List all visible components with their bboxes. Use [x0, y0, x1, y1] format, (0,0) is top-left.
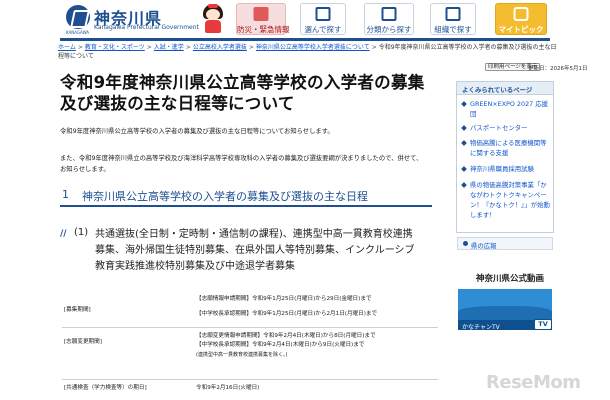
site-header: 神奈川県 Kanagawa Prefectural Government KAN…	[0, 0, 610, 38]
my-topic-button[interactable]: マイトピック	[495, 3, 547, 35]
logo-subtitle: Kanagawa Prefectural Government	[94, 24, 199, 31]
pr-icon	[463, 241, 468, 246]
subsection-title: 共通選抜(全日制・定時制・通信制の課程)、連携型中高一貫教育校連携募集、海外帰国…	[95, 229, 415, 272]
prefecture-pr-link[interactable]: 県の広報	[457, 237, 553, 250]
org-search-label: 組織で探す	[434, 25, 472, 34]
watermark: ReseMom	[486, 372, 581, 393]
sidebar-item-campaign[interactable]: 県の物価高騰対策事業「かながわトクトクキャンペーン！『かなトク！』」が始動します…	[461, 180, 551, 220]
table-row: [共通検査（学力検査等）の期日] 令和9年2月16日(火曜日)	[62, 379, 438, 392]
page-title: 令和9年度神奈川県公立高等学校の入学者の募集及び選抜の主な日程等について	[60, 73, 425, 113]
emergency-info-button[interactable]: 防災・緊急情報	[236, 3, 290, 35]
sidebar-item-recruitment[interactable]: 神奈川県職員採用試験	[461, 164, 551, 174]
section-heading: 1 神奈川県公立高等学校の入学者の募集及び選抜の主な日程	[60, 187, 432, 207]
breadcrumb-public-high-school[interactable]: 公立高校入学者選抜	[193, 44, 247, 51]
subsection-number: (1)	[74, 227, 89, 238]
section-number: 1	[62, 188, 69, 201]
category-search-label: 分類から探す	[366, 25, 412, 34]
breadcrumb-selection[interactable]: 神奈川県公立高等学校入学者選抜について	[256, 44, 370, 51]
grid-icon	[381, 7, 397, 21]
row-value: 【中学校長承認期間】令和9年2月4日(木曜日)から9日(火曜日)まで	[196, 342, 365, 348]
row-label: [志願変更期間]	[64, 339, 102, 345]
section-title: 神奈川県公立高等学校の入学者の募集及び選抜の主な日程	[82, 190, 368, 203]
bookmark-icon	[513, 7, 529, 21]
row-label: [共通検査（学力検査等）の期日]	[64, 385, 147, 391]
choose-search-label: 選んで探す	[304, 25, 342, 34]
sidebar-item-green-expo[interactable]: GREEN×EXPO 2027 応援団	[461, 99, 551, 119]
kanagawa-logo[interactable]: 神奈川県 Kanagawa Prefectural Government KAN…	[66, 5, 199, 35]
alert-icon	[253, 7, 269, 21]
pointer-icon	[315, 7, 331, 21]
sidebar-item-passport[interactable]: パスポートセンター	[461, 123, 551, 133]
emergency-info-label: 防災・緊急情報	[237, 25, 290, 34]
prefecture-emblem-icon	[66, 5, 90, 29]
my-topic-label: マイトピック	[498, 25, 544, 34]
table-row: (連携型中高一貫教育校連携募集を除く。)	[62, 350, 438, 363]
header-divider	[60, 38, 550, 41]
intro-paragraph-2: また、令和9年度神奈川県立の高等学校及び海洋科学高等学校専攻科の入学者の募集及び…	[60, 155, 423, 173]
row-value: 令和9年2月16日(火曜日)	[196, 385, 260, 391]
official-video-thumbnail[interactable]	[458, 289, 552, 320]
row-value: 【中学校長承認期間】令和9年1月25日(月曜日)から2月1日(月曜日)まで	[196, 311, 378, 317]
popular-pages-heading: よくみられているページ	[457, 82, 553, 95]
category-search-button[interactable]: 分類から探す	[364, 3, 414, 35]
table-row: [募集期間] 【中学校長承認期間】令和9年1月25日(月曜日)から2月1日(月曜…	[62, 302, 438, 317]
tv-badge-icon: TV	[534, 319, 552, 330]
row-value: (連携型中高一貫教育校連携募集を除く。)	[196, 352, 288, 358]
table-row: [志願変更期間] 【中学校長承認期間】令和9年2月4日(木曜日)から9日(火曜日…	[62, 337, 438, 350]
breadcrumb-education[interactable]: 教育・文化・スポーツ	[85, 44, 145, 51]
updated-date: 更新日：2026年5月1日	[528, 66, 588, 72]
slash-marker-icon: //	[60, 229, 67, 239]
breadcrumb-home[interactable]: ホーム	[58, 44, 76, 51]
row-label: [募集期間]	[64, 307, 91, 313]
video-thumbnail-graphic	[458, 306, 552, 320]
popular-pages-panel: よくみられているページ GREEN×EXPO 2027 応援団 パスポートセンタ…	[456, 81, 554, 233]
sidebar-item-medical-support[interactable]: 物価高騰による医療機関等に関する支援	[461, 138, 551, 158]
breadcrumb-admission[interactable]: 入試・進学	[154, 44, 184, 51]
org-search-button[interactable]: 組織で探す	[430, 3, 476, 35]
org-chart-icon	[445, 7, 461, 21]
intro-paragraph-1: 令和9年度神奈川県公立高等学校の入学者の募集及び選抜の主な日程等についてお知らせ…	[60, 128, 334, 135]
breadcrumb: ホーム > 教育・文化・スポーツ > 入試・進学 > 公立高校入学者選抜 > 神奈川県公立高等学…	[58, 44, 557, 60]
choose-search-button[interactable]: 選んで探す	[300, 3, 346, 35]
official-video-heading: 神奈川県公式動画	[476, 274, 545, 284]
logo-caption: KANAGAWA	[66, 30, 90, 35]
row-value: 【志願情報申請期間】令和9年1月25日(月曜日)から29日(金曜日)まで	[196, 296, 372, 302]
mascot-illustration	[200, 4, 226, 35]
